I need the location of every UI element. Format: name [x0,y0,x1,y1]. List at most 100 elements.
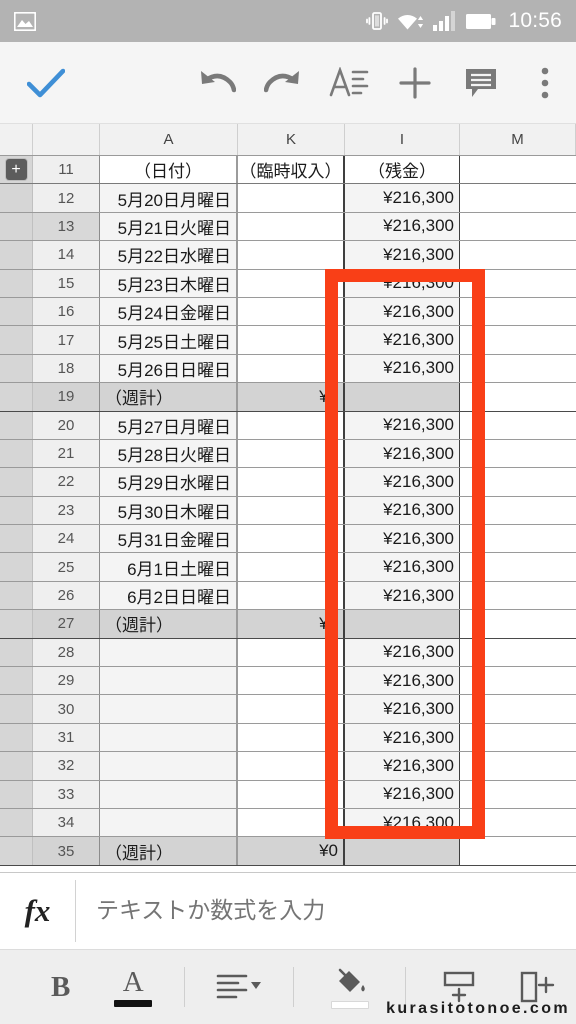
cell-k-17[interactable] [238,326,345,354]
table-row[interactable]: 16 5月24日金曜日 ¥216,300 [0,297,576,327]
table-row[interactable]: 14 5月22日水曜日 ¥216,300 [0,241,576,270]
cell-a-19[interactable]: （週計） [100,383,238,411]
cell-i-31[interactable]: ¥216,300 [345,723,460,752]
cell-k-14[interactable] [238,241,345,269]
fx-icon[interactable]: fx [0,880,76,942]
cell-m-24[interactable] [460,525,576,553]
cell-i-24[interactable]: ¥216,300 [345,525,460,553]
cell-a-34[interactable] [100,808,238,837]
cell-m-15[interactable] [460,269,576,297]
cell-k-12[interactable] [238,184,345,212]
cell-i-26[interactable]: ¥216,300 [345,581,460,610]
table-row[interactable]: 32 ¥216,300 [0,752,576,781]
cell-k-27[interactable]: ¥0 [238,610,345,638]
row-header[interactable]: 30 [33,695,100,723]
cell-a-13[interactable]: 5月21日火曜日 [100,212,238,241]
column-header-m[interactable]: M [460,124,576,155]
cell-k-11[interactable]: （臨時収入） [238,156,345,184]
cell-i-23[interactable]: ¥216,300 [345,496,460,525]
cell-m-18[interactable] [460,354,576,383]
cell-a-32[interactable] [100,752,238,780]
cell-m-27[interactable] [460,610,576,638]
cell-m-26[interactable] [460,581,576,610]
row-header[interactable]: 23 [33,496,100,525]
table-row[interactable]: 31 ¥216,300 [0,723,576,753]
cell-m-28[interactable] [460,638,576,667]
cell-k-33[interactable] [238,780,345,808]
row-header[interactable]: 20 [33,411,100,439]
cell-m-20[interactable] [460,411,576,439]
cell-i-17[interactable]: ¥216,300 [345,326,460,354]
grid-corner[interactable] [0,124,33,155]
cell-m-22[interactable] [460,468,576,496]
cell-a-15[interactable]: 5月23日木曜日 [100,269,238,297]
cell-i-29[interactable]: ¥216,300 [345,667,460,695]
accept-button[interactable] [0,42,92,124]
cell-m-25[interactable] [460,553,576,581]
cell-k-26[interactable] [238,581,345,610]
cell-i-12[interactable]: ¥216,300 [345,184,460,212]
cell-m-32[interactable] [460,752,576,780]
cell-a-20[interactable]: 5月27日月曜日 [100,411,238,439]
table-row[interactable]: 22 5月29日水曜日 ¥216,300 [0,468,576,497]
cell-i-16[interactable]: ¥216,300 [345,297,460,326]
cell-k-16[interactable] [238,297,345,326]
cell-k-18[interactable] [238,354,345,383]
align-button[interactable] [199,950,279,1024]
cell-m-35[interactable] [460,837,576,865]
row-header[interactable]: 16 [33,297,100,326]
table-row[interactable]: 35 （週計） ¥0 [0,837,576,866]
cell-m-13[interactable] [460,212,576,241]
table-row[interactable]: 33 ¥216,300 [0,780,576,809]
cell-m-34[interactable] [460,808,576,837]
table-row[interactable]: 34 ¥216,300 [0,808,576,838]
row-header[interactable]: 11 [33,156,100,184]
cell-k-35[interactable]: ¥0 [238,837,345,865]
cell-m-11[interactable] [460,156,576,184]
cell-i-15[interactable]: ¥216,300 [345,269,460,297]
cell-i-19[interactable] [345,383,460,411]
cell-i-14[interactable]: ¥216,300 [345,241,460,269]
cell-a-21[interactable]: 5月28日火曜日 [100,439,238,468]
table-row[interactable]: +11 （日付） （臨時収入） （残金） [0,156,576,185]
cell-a-27[interactable]: （週計） [100,610,238,638]
row-header[interactable]: 14 [33,241,100,269]
spreadsheet-grid[interactable]: A K I M +11 （日付） （臨時収入） （残金） 12 5月20日月曜日 ¥216,… [0,124,576,866]
cell-m-16[interactable] [460,297,576,326]
cell-m-30[interactable] [460,695,576,723]
row-header[interactable]: 25 [33,553,100,581]
table-row[interactable]: 21 5月28日火曜日 ¥216,300 [0,439,576,469]
cell-k-34[interactable] [238,808,345,837]
column-header-i[interactable]: I [345,124,460,155]
cell-k-15[interactable] [238,269,345,297]
cell-i-18[interactable]: ¥216,300 [345,354,460,383]
row-header[interactable]: 29 [33,667,100,695]
fill-color-button[interactable] [308,950,391,1024]
cell-a-12[interactable]: 5月20日月曜日 [100,184,238,212]
cell-i-27[interactable] [345,610,460,638]
add-button[interactable] [382,42,448,124]
cell-a-14[interactable]: 5月22日水曜日 [100,241,238,269]
cell-i-20[interactable]: ¥216,300 [345,411,460,439]
overflow-menu-button[interactable] [514,42,576,124]
row-header[interactable]: 31 [33,723,100,752]
cell-i-25[interactable]: ¥216,300 [345,553,460,581]
cell-a-23[interactable]: 5月30日木曜日 [100,496,238,525]
cell-a-16[interactable]: 5月24日金曜日 [100,297,238,326]
row-header[interactable]: 21 [33,439,100,468]
table-row[interactable]: 20 5月27日月曜日 ¥216,300 [0,411,576,440]
cell-i-35[interactable] [345,837,460,865]
text-color-button[interactable]: A [96,950,170,1024]
table-row[interactable]: 29 ¥216,300 [0,667,576,696]
row-header[interactable]: 33 [33,780,100,808]
redo-button[interactable] [250,42,316,124]
cell-i-21[interactable]: ¥216,300 [345,439,460,468]
cell-m-17[interactable] [460,326,576,354]
cell-k-24[interactable] [238,525,345,553]
cell-m-23[interactable] [460,496,576,525]
cell-i-28[interactable]: ¥216,300 [345,638,460,667]
table-row[interactable]: 25 6月1日土曜日 ¥216,300 [0,553,576,582]
row-header[interactable]: 28 [33,638,100,667]
cell-a-24[interactable]: 5月31日金曜日 [100,525,238,553]
cell-i-13[interactable]: ¥216,300 [345,212,460,241]
